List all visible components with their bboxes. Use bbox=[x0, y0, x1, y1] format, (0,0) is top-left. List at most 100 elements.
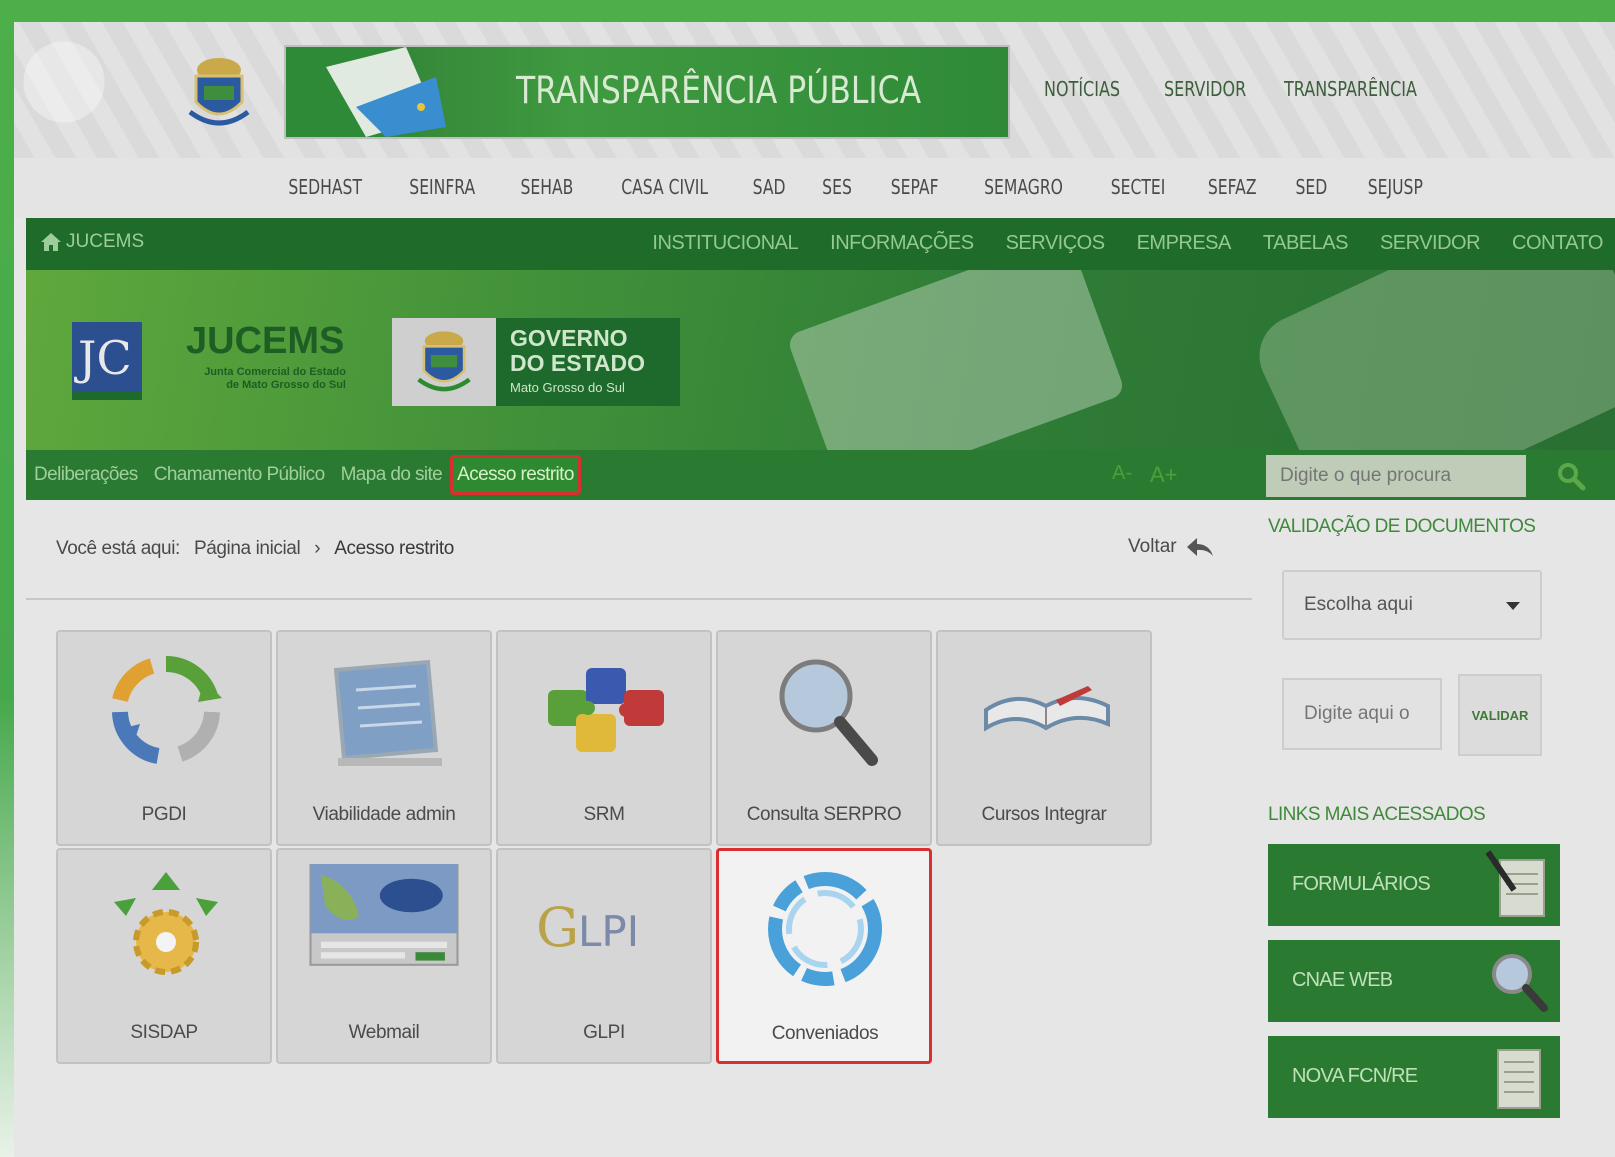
back-arrow-icon bbox=[1186, 538, 1213, 556]
secretaria-link[interactable]: SEPAF bbox=[891, 175, 939, 199]
top-header: TRANSPARÊNCIA PÚBLICA NOTÍCIAS SERVIDOR … bbox=[14, 22, 1615, 158]
quick-link-label: NOVA FCN/RE bbox=[1292, 1065, 1418, 1087]
secretaria-link[interactable]: SEINFRA bbox=[410, 175, 476, 199]
validation-title: VALIDAÇÃO DE DOCUMENTOS bbox=[1268, 516, 1536, 537]
quick-link-nova-fcn-re[interactable]: NOVA FCN/RE bbox=[1268, 1036, 1560, 1118]
tile-viabilidade-admin[interactable]: Viabilidade admin bbox=[276, 630, 492, 846]
tile-webmail[interactable]: Webmail bbox=[276, 848, 492, 1064]
tile-srm[interactable]: SRM bbox=[496, 630, 712, 846]
tile-label: Webmail bbox=[348, 1022, 420, 1043]
chevron-down-icon bbox=[1506, 602, 1520, 610]
nav-servicos[interactable]: SERVIÇOS bbox=[1006, 232, 1106, 255]
top-links: NOTÍCIAS SERVIDOR TRANSPARÊNCIA bbox=[1044, 77, 1434, 101]
secretaria-link[interactable]: SES bbox=[822, 175, 852, 199]
page: TRANSPARÊNCIA PÚBLICA NOTÍCIAS SERVIDOR … bbox=[14, 22, 1615, 1157]
magnifier-icon bbox=[1492, 954, 1548, 1012]
jucems-subtitle: Junta Comercial do Estado de Mato Grosso… bbox=[166, 366, 346, 392]
search-button[interactable] bbox=[1526, 455, 1615, 497]
secretaria-link[interactable]: CASA CIVIL bbox=[621, 175, 708, 199]
nav-empresa[interactable]: EMPRESA bbox=[1137, 232, 1232, 255]
links-title: LINKS MAIS ACESSADOS bbox=[1268, 804, 1486, 825]
tile-conveniados[interactable]: Conveniados bbox=[716, 848, 932, 1064]
quick-link-label: FORMULÁRIOS bbox=[1292, 873, 1431, 895]
svg-text:G: G bbox=[536, 896, 579, 959]
map-screenshot-icon bbox=[309, 864, 459, 966]
nav-servidor[interactable]: SERVIDOR bbox=[1380, 232, 1481, 255]
tablet-photo bbox=[785, 270, 1127, 450]
svg-text:JC: JC bbox=[74, 331, 132, 385]
search-input[interactable] bbox=[1266, 455, 1526, 497]
secretaria-link[interactable]: SEJUSP bbox=[1367, 175, 1422, 199]
secretaria-link[interactable]: SEFAZ bbox=[1207, 175, 1256, 199]
main-nav: JUCEMS INSTITUCIONAL INFORMAÇÕES SERVIÇO… bbox=[26, 218, 1615, 270]
breadcrumb-separator: › bbox=[314, 538, 321, 559]
font-decrease-button[interactable]: A- bbox=[1112, 462, 1132, 488]
secretaria-link[interactable]: SAD bbox=[753, 175, 786, 199]
breadcrumb: Você está aqui: Página inicial › Acesso … bbox=[56, 538, 454, 560]
secretaria-link[interactable]: SEHAB bbox=[520, 175, 573, 199]
state-crest-icon[interactable] bbox=[186, 52, 252, 132]
svg-text:LPI: LPI bbox=[578, 907, 639, 956]
document-icon bbox=[1497, 1049, 1541, 1109]
top-link-transparencia[interactable]: TRANSPARÊNCIA bbox=[1284, 77, 1417, 101]
tile-label: PGDI bbox=[141, 804, 187, 825]
nav-contato[interactable]: CONTATO bbox=[1512, 232, 1603, 255]
top-link-noticias[interactable]: NOTÍCIAS bbox=[1044, 77, 1120, 101]
sub-link-acesso-restrito[interactable]: Acesso restrito bbox=[450, 455, 581, 495]
secretaria-link[interactable]: SEMAGRO bbox=[985, 175, 1064, 199]
jucems-logo-icon[interactable]: JC bbox=[72, 322, 142, 400]
validation-code-input[interactable] bbox=[1282, 678, 1442, 750]
breadcrumb-prefix: Você está aqui: bbox=[56, 538, 180, 559]
governo-logo[interactable]: GOVERNO DO ESTADO Mato Grosso do Sul bbox=[392, 318, 680, 406]
nav-tabelas[interactable]: TABELAS bbox=[1263, 232, 1349, 255]
jucems-subtitle-line2: de Mato Grosso do Sul bbox=[226, 379, 346, 391]
gov-line3: Mato Grosso do Sul bbox=[510, 380, 625, 395]
top-link-servidor[interactable]: SERVIDOR bbox=[1164, 77, 1246, 101]
state-crest-icon bbox=[417, 331, 471, 392]
tile-sisdap[interactable]: SISDAP bbox=[56, 848, 272, 1064]
quick-link-cnae-web[interactable]: CNAE WEB bbox=[1268, 940, 1560, 1022]
breadcrumb-home[interactable]: Página inicial bbox=[194, 538, 301, 560]
tile-cursos-integrar[interactable]: Cursos Integrar bbox=[936, 630, 1152, 846]
quick-link-label: CNAE WEB bbox=[1292, 969, 1393, 991]
tile-label: Consulta SERPRO bbox=[746, 804, 902, 825]
tile-pgdi[interactable]: PGDI bbox=[56, 630, 272, 846]
tile-consulta-serpro[interactable]: Consulta SERPRO bbox=[716, 630, 932, 846]
ms-flag-icon bbox=[286, 47, 446, 137]
search-icon bbox=[1557, 463, 1585, 491]
sub-nav: Deliberações Chamamento Público Mapa do … bbox=[26, 450, 1615, 500]
sub-link-deliberacoes[interactable]: Deliberações bbox=[34, 464, 138, 486]
jucems-subtitle-line1: Junta Comercial do Estado bbox=[204, 366, 346, 378]
jucems-title: JUCEMS bbox=[186, 320, 345, 362]
select-value: Escolha aqui bbox=[1304, 594, 1413, 615]
tile-glpi[interactable]: G LPI GLPI bbox=[496, 848, 712, 1064]
quick-link-formularios[interactable]: FORMULÁRIOS bbox=[1268, 844, 1560, 926]
magnifier-icon bbox=[779, 659, 878, 766]
voltar-button[interactable]: Voltar bbox=[1128, 536, 1215, 558]
blue-ring-icon bbox=[768, 872, 882, 986]
document-type-select[interactable]: Escolha aqui bbox=[1282, 570, 1542, 640]
transparencia-banner[interactable]: TRANSPARÊNCIA PÚBLICA bbox=[284, 45, 1010, 139]
hand-photo bbox=[1246, 270, 1615, 450]
hero-banner: JC JUCEMS Junta Comercial do Estado de M… bbox=[26, 270, 1615, 450]
nav-institucional[interactable]: INSTITUCIONAL bbox=[652, 232, 798, 255]
nav-informacoes[interactable]: INFORMAÇÕES bbox=[830, 232, 974, 255]
breadcrumb-current: Acesso restrito bbox=[334, 538, 454, 559]
gov-line1: GOVERNO bbox=[510, 325, 628, 351]
secretaria-link[interactable]: SEDHAST bbox=[288, 175, 362, 199]
secretaria-link[interactable]: SED bbox=[1295, 175, 1327, 199]
transparencia-title: TRANSPARÊNCIA PÚBLICA bbox=[516, 69, 922, 112]
gear-arrows-icon bbox=[114, 872, 218, 975]
home-link[interactable]: JUCEMS bbox=[40, 231, 144, 253]
validar-button[interactable]: VALIDAR bbox=[1458, 674, 1542, 756]
sub-link-chamamento[interactable]: Chamamento Público bbox=[154, 464, 325, 486]
gov-line2: DO ESTADO bbox=[510, 350, 646, 376]
tile-label: Viabilidade admin bbox=[312, 804, 456, 825]
tile-label: GLPI bbox=[583, 1022, 625, 1043]
glpi-logo-icon: G LPI bbox=[536, 896, 639, 959]
form-pen-icon bbox=[1485, 850, 1545, 917]
divider bbox=[26, 598, 1252, 600]
font-increase-button[interactable]: A+ bbox=[1150, 462, 1178, 488]
secretaria-link[interactable]: SECTEI bbox=[1110, 175, 1165, 199]
sub-link-mapa[interactable]: Mapa do site bbox=[341, 464, 443, 486]
